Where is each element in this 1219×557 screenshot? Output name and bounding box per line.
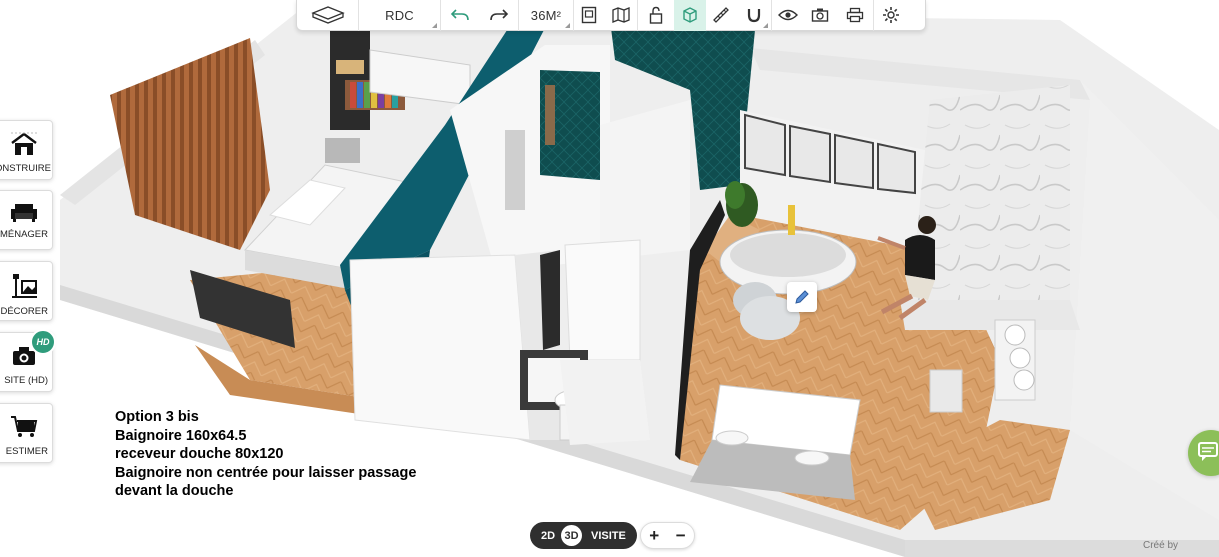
measure-icon: [713, 7, 729, 23]
plan-button[interactable]: [574, 0, 604, 31]
decorate-label: DÉCORER: [0, 306, 48, 317]
unlock-icon: [649, 6, 663, 24]
room-view-icon: [310, 6, 345, 24]
lock-button[interactable]: [638, 0, 674, 31]
redo-icon: [489, 9, 508, 21]
chat-icon: [1198, 442, 1218, 461]
visit-button[interactable]: VISITE: [591, 530, 626, 542]
plan-annotation: Option 3 bis Baignoire 160x64.5 receveur…: [115, 408, 416, 501]
annotation-line: Option 3 bis: [115, 409, 199, 425]
annotation-line: Baignoire non centrée pour laisser passa…: [115, 464, 417, 481]
edit-object-button[interactable]: [787, 282, 817, 312]
furnish-button[interactable]: MÉNAGER: [0, 190, 53, 250]
house-icon: [10, 132, 37, 155]
settings-button[interactable]: [874, 0, 907, 31]
settings-icon: [882, 7, 899, 23]
view-3d-button[interactable]: 3D: [561, 525, 582, 546]
zoom-out-button[interactable]: −: [676, 526, 686, 546]
view-2d-button[interactable]: 2D: [539, 530, 557, 542]
magnet-icon: [747, 9, 760, 23]
build-button[interactable]: ONSTRUIRE: [0, 120, 53, 180]
visibility-button[interactable]: [772, 0, 804, 31]
credit-text: Créé by: [1143, 540, 1179, 551]
level-label: RDC: [385, 7, 414, 23]
view-mode-switch: 2D 3D VISITE: [530, 522, 637, 549]
map-button[interactable]: [604, 0, 638, 31]
build-label: ONSTRUIRE: [0, 163, 51, 174]
eye-icon: [778, 9, 798, 21]
area-label: 36M²: [530, 7, 562, 23]
room-view-button[interactable]: [297, 0, 359, 31]
furnish-label: MÉNAGER: [0, 229, 48, 240]
hd-visit-button[interactable]: SITE (HD) HD: [0, 329, 56, 392]
undo-icon: [450, 9, 469, 21]
3d-view-button[interactable]: [674, 0, 706, 31]
hd-visit-label: SITE (HD): [4, 375, 48, 386]
level-selector[interactable]: RDC: [359, 0, 441, 31]
undo-button[interactable]: [441, 0, 479, 31]
estimate-button[interactable]: ESTIMER: [0, 403, 53, 463]
annotation-line: Baignoire 160x64.5: [115, 427, 247, 444]
print-button[interactable]: [836, 0, 874, 31]
annotation-line: devant la douche: [115, 483, 234, 499]
decorate-button[interactable]: DÉCORER: [0, 261, 53, 321]
redo-button[interactable]: [479, 0, 519, 31]
annotation-line: receveur douche 80x120: [115, 446, 284, 462]
map-icon: [611, 7, 630, 23]
chat-button[interactable]: [1188, 430, 1219, 476]
pencil-icon: [795, 290, 809, 304]
lamp-picture-icon: [11, 274, 37, 298]
area-button[interactable]: 36M²: [519, 0, 574, 31]
sofa-icon: [10, 204, 37, 222]
cube-icon: [683, 7, 697, 23]
camera-icon: [811, 8, 829, 22]
estimate-label: ESTIMER: [5, 446, 48, 457]
hd-badge: HD: [30, 329, 56, 355]
cart-icon: [10, 416, 37, 437]
measure-button[interactable]: [706, 0, 736, 31]
plan-icon: [581, 6, 597, 24]
zoom-controls: + −: [640, 522, 695, 549]
print-icon: [846, 7, 863, 23]
camera-button[interactable]: [804, 0, 836, 31]
top-toolbar: RDC 36M²: [296, 0, 926, 31]
zoom-in-button[interactable]: +: [649, 526, 659, 546]
magnet-button[interactable]: [736, 0, 772, 31]
